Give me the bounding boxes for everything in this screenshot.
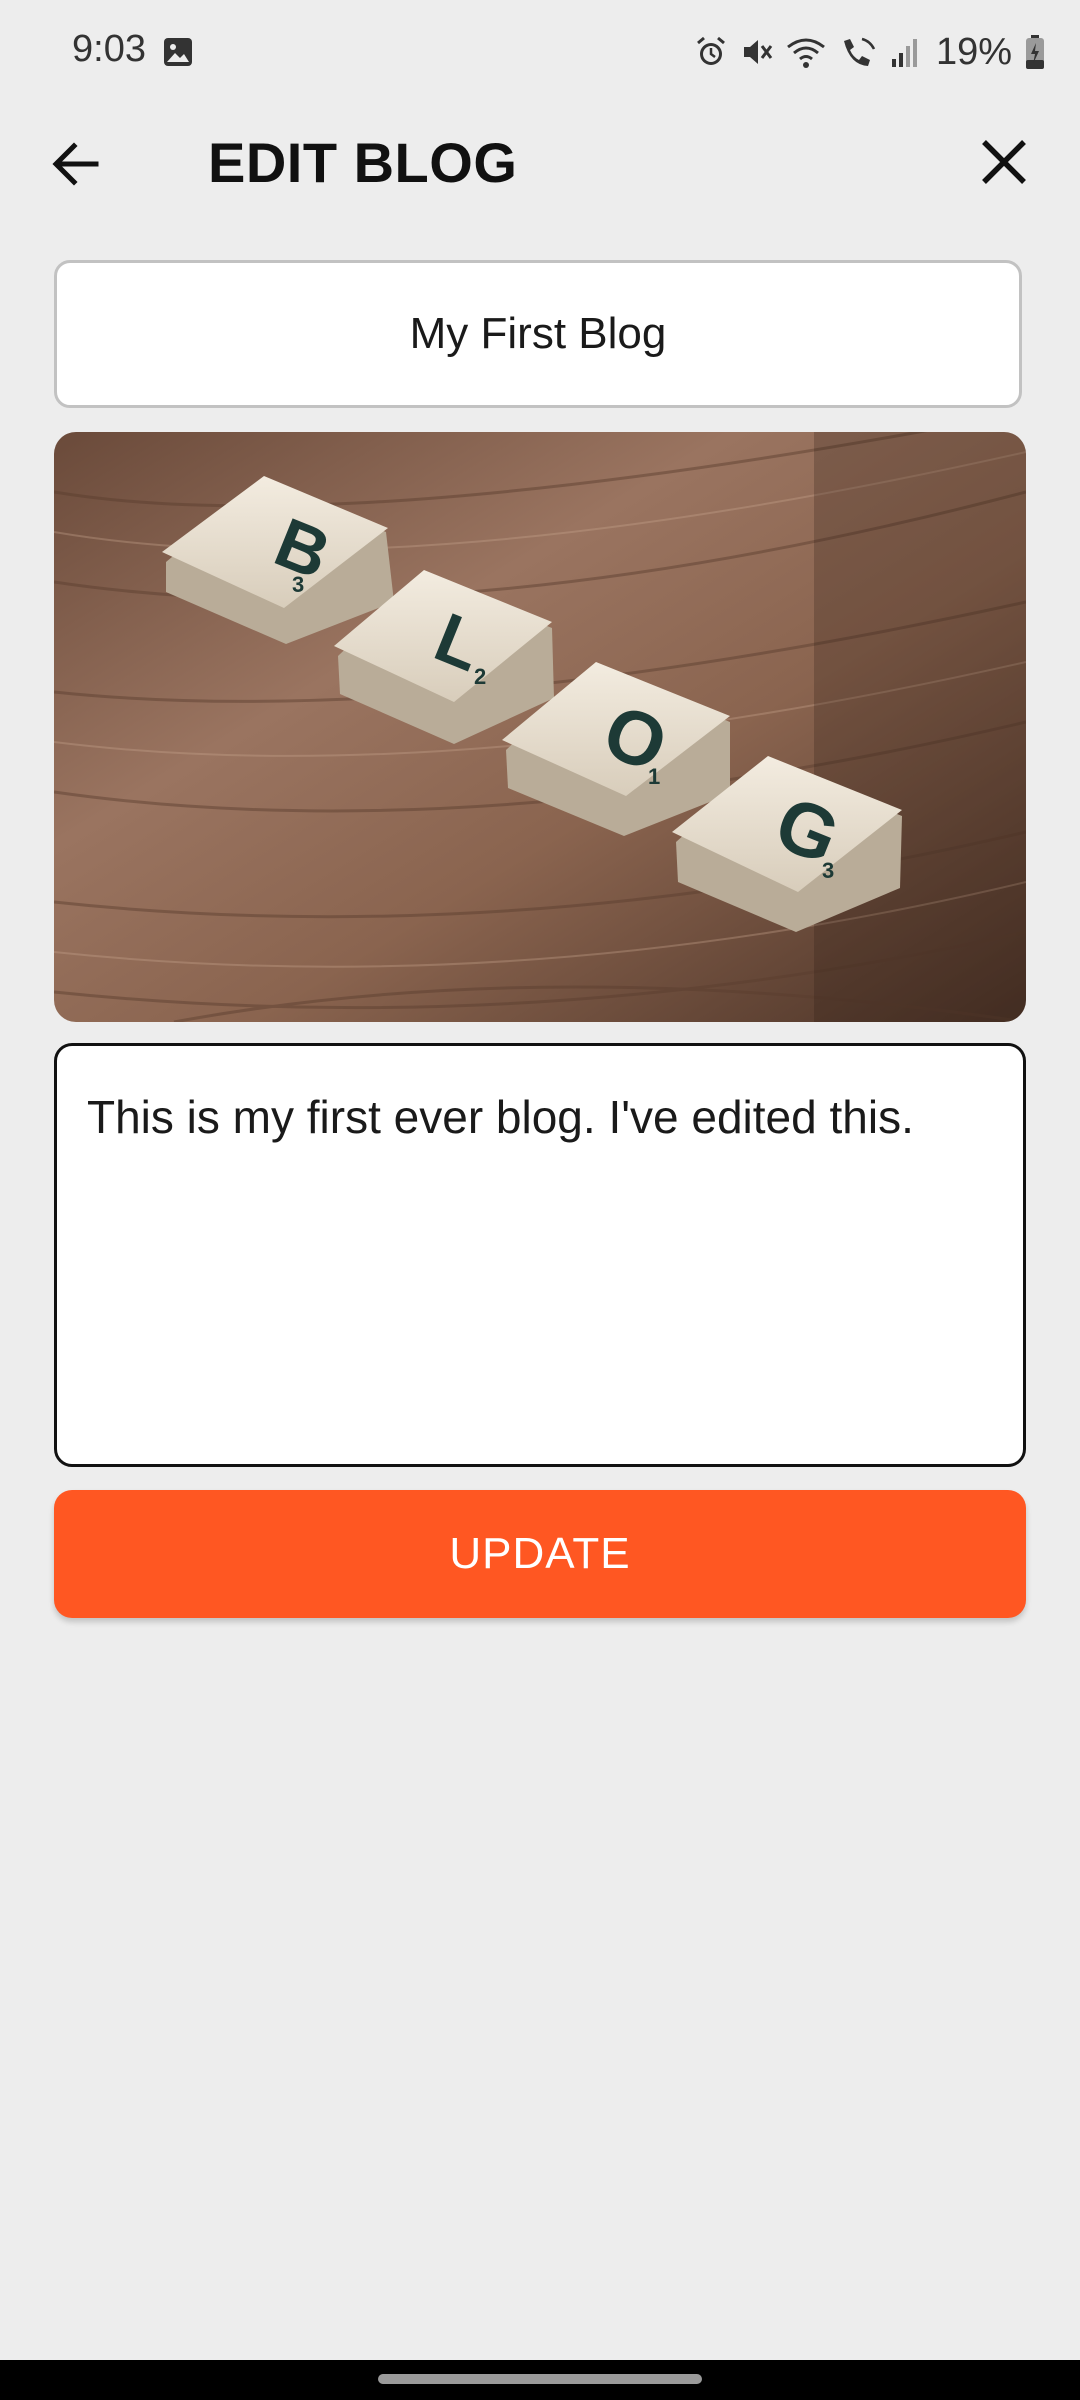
image-icon — [164, 38, 192, 66]
blog-title-input[interactable]: My First Blog — [54, 260, 1022, 408]
alarm-icon — [696, 36, 725, 65]
home-gesture-handle[interactable] — [378, 2374, 702, 2384]
arrow-left-icon — [52, 142, 99, 186]
tile-number-g: 3 — [822, 858, 834, 883]
back-button[interactable] — [44, 132, 108, 196]
tile-number-l: 2 — [474, 664, 486, 689]
close-button[interactable] — [972, 130, 1036, 194]
mute-icon — [743, 40, 773, 64]
page-title: EDIT BLOG — [208, 131, 518, 194]
status-time: 9:03 — [72, 28, 146, 70]
blog-photo: B 3 L 2 O 1 G 3 — [54, 432, 1026, 1022]
blog-image[interactable]: B 3 L 2 O 1 G 3 — [54, 432, 1026, 1022]
app-header: EDIT BLOG — [0, 104, 1080, 224]
signal-icon — [891, 39, 917, 67]
close-icon — [982, 140, 1026, 184]
blog-body-textarea[interactable]: This is my first ever blog. I've edited … — [54, 1043, 1026, 1467]
wifi-icon — [787, 38, 825, 68]
update-button[interactable]: UPDATE — [54, 1490, 1026, 1618]
tile-number-o: 1 — [648, 764, 660, 789]
battery-charging-icon — [1026, 35, 1044, 69]
status-bar: 9:03 19% — [0, 0, 1080, 104]
navigation-bar — [0, 2360, 1080, 2400]
battery-percent: 19% — [935, 30, 1012, 73]
status-icons: 19% — [694, 24, 1046, 80]
wifi-call-icon — [843, 37, 876, 66]
tile-number-b: 3 — [292, 572, 304, 597]
